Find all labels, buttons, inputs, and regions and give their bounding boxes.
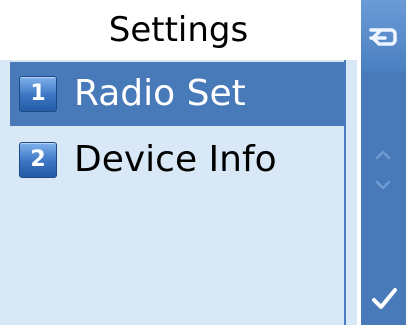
scroll-up-button[interactable] bbox=[372, 146, 394, 162]
menu-item-radio-set[interactable]: 1 Radio Set bbox=[10, 62, 345, 126]
screen-title: Settings bbox=[0, 0, 357, 60]
menu-item-label: Device Info bbox=[74, 139, 277, 180]
menu-item-number-badge: 2 bbox=[19, 142, 57, 178]
menu-item-number-badge: 1 bbox=[19, 76, 57, 112]
confirm-button[interactable] bbox=[369, 284, 399, 314]
menu-item-label: Radio Set bbox=[74, 73, 246, 114]
back-button[interactable] bbox=[367, 24, 397, 50]
softkey-rail-body bbox=[361, 0, 406, 325]
menu-item-device-info[interactable]: 2 Device Info bbox=[10, 128, 345, 192]
chevron-up-icon bbox=[375, 150, 391, 160]
scroll-down-button[interactable] bbox=[372, 177, 394, 193]
chevron-down-icon bbox=[375, 180, 391, 190]
checkmark-icon bbox=[372, 288, 397, 309]
back-arrow-icon bbox=[369, 28, 397, 46]
softkey-rail bbox=[357, 0, 406, 325]
